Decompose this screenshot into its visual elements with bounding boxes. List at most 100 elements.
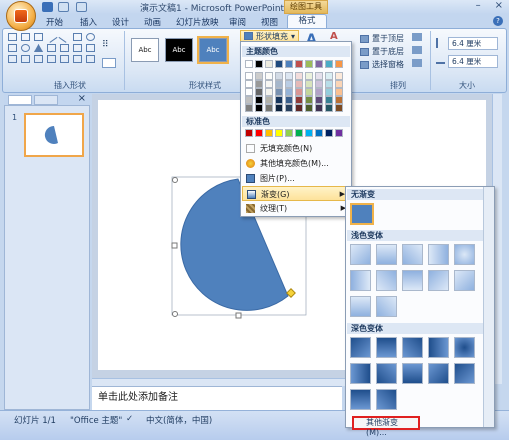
arrow-shape-icon[interactable] bbox=[8, 55, 17, 63]
rotate-icon[interactable] bbox=[412, 59, 422, 67]
theme-color-swatch[interactable] bbox=[295, 104, 303, 112]
outline-tab[interactable] bbox=[34, 95, 58, 105]
theme-color-swatch[interactable] bbox=[335, 104, 343, 112]
triangle-shape-icon[interactable] bbox=[34, 44, 43, 52]
office-button[interactable] bbox=[6, 1, 36, 31]
theme-color-swatch[interactable] bbox=[285, 88, 293, 96]
theme-color-swatch[interactable] bbox=[265, 60, 273, 68]
tab-review[interactable]: 审阅 bbox=[229, 16, 246, 28]
line-shape-icon[interactable] bbox=[58, 31, 71, 43]
dark-gradient-option[interactable] bbox=[454, 337, 475, 358]
redo-icon[interactable] bbox=[76, 2, 87, 12]
theme-color-swatch[interactable] bbox=[245, 72, 253, 80]
shape-icon[interactable] bbox=[60, 55, 69, 63]
theme-color-swatch[interactable] bbox=[305, 60, 313, 68]
theme-color-swatch[interactable] bbox=[305, 88, 313, 96]
slides-tab[interactable] bbox=[8, 95, 32, 105]
connector-shape-icon[interactable] bbox=[60, 44, 69, 52]
theme-color-swatch[interactable] bbox=[315, 80, 323, 88]
slide-thumbnail[interactable] bbox=[24, 113, 84, 157]
theme-color-swatch[interactable] bbox=[325, 104, 333, 112]
texture-fill-item[interactable]: 纹理(T) ▶ bbox=[242, 201, 352, 216]
theme-color-swatch[interactable] bbox=[315, 60, 323, 68]
theme-color-swatch[interactable] bbox=[275, 104, 283, 112]
theme-color-swatch[interactable] bbox=[275, 88, 283, 96]
dark-gradient-option[interactable] bbox=[350, 363, 371, 384]
shape-height-input[interactable]: 6.4 厘米 bbox=[448, 37, 498, 50]
theme-color-swatch[interactable] bbox=[275, 80, 283, 88]
theme-color-swatch[interactable] bbox=[305, 104, 313, 112]
dark-gradient-option[interactable] bbox=[350, 389, 371, 410]
light-gradient-option[interactable] bbox=[428, 270, 449, 291]
no-fill-item[interactable]: 无填充颜色(N) bbox=[242, 141, 352, 156]
send-to-back-button[interactable]: 置于底层 bbox=[360, 46, 404, 57]
rectangle-shape-icon[interactable] bbox=[73, 33, 82, 41]
resize-handle[interactable] bbox=[172, 177, 178, 183]
more-gradients-item[interactable]: 其他渐变(M)... bbox=[352, 416, 420, 437]
theme-color-swatch[interactable] bbox=[285, 60, 293, 68]
dark-gradient-option[interactable] bbox=[376, 363, 397, 384]
save-icon[interactable] bbox=[42, 2, 53, 12]
theme-color-swatch[interactable] bbox=[245, 104, 253, 112]
theme-color-swatch[interactable] bbox=[245, 80, 253, 88]
theme-color-swatch[interactable] bbox=[335, 96, 343, 104]
theme-color-swatch[interactable] bbox=[295, 72, 303, 80]
more-fill-colors-item[interactable]: 其他填充颜色(M)... bbox=[242, 156, 352, 171]
light-gradient-option[interactable] bbox=[376, 244, 397, 265]
theme-color-swatch[interactable] bbox=[335, 60, 343, 68]
light-gradient-option[interactable] bbox=[428, 244, 449, 265]
dark-gradient-option[interactable] bbox=[376, 389, 397, 410]
light-gradient-option[interactable] bbox=[350, 270, 371, 291]
dark-gradient-option[interactable] bbox=[454, 363, 475, 384]
tab-slideshow[interactable]: 幻灯片放映 bbox=[176, 16, 219, 28]
theme-color-swatch[interactable] bbox=[285, 80, 293, 88]
theme-color-swatch[interactable] bbox=[255, 88, 263, 96]
theme-color-swatch[interactable] bbox=[325, 88, 333, 96]
dark-gradient-option[interactable] bbox=[402, 337, 423, 358]
connector-shape-icon[interactable] bbox=[73, 44, 82, 52]
theme-color-swatch[interactable] bbox=[295, 60, 303, 68]
theme-color-swatch[interactable] bbox=[335, 88, 343, 96]
tab-animations[interactable]: 动画 bbox=[144, 16, 161, 28]
theme-color-swatch[interactable] bbox=[245, 60, 253, 68]
theme-color-swatch[interactable] bbox=[245, 88, 253, 96]
theme-color-swatch[interactable] bbox=[295, 80, 303, 88]
theme-color-swatch[interactable] bbox=[255, 72, 263, 80]
rectangle-shape-icon[interactable] bbox=[21, 33, 30, 41]
square-shape-icon[interactable] bbox=[8, 44, 17, 52]
close-pane-icon[interactable]: × bbox=[78, 93, 86, 104]
dark-gradient-option[interactable] bbox=[376, 337, 397, 358]
theme-color-swatch[interactable] bbox=[265, 96, 273, 104]
light-gradient-option[interactable] bbox=[454, 270, 475, 291]
shape-icon[interactable] bbox=[47, 55, 56, 63]
theme-color-swatch[interactable] bbox=[325, 72, 333, 80]
standard-color-swatch[interactable] bbox=[295, 129, 303, 137]
standard-color-swatch[interactable] bbox=[245, 129, 253, 137]
brace-shape-icon[interactable] bbox=[86, 44, 95, 52]
theme-color-swatch[interactable] bbox=[265, 88, 273, 96]
theme-color-swatch[interactable] bbox=[275, 60, 283, 68]
light-gradient-option[interactable] bbox=[376, 270, 397, 291]
theme-color-swatch[interactable] bbox=[265, 80, 273, 88]
standard-color-swatch[interactable] bbox=[265, 129, 273, 137]
shape-icon[interactable] bbox=[86, 55, 95, 63]
spellcheck-icon[interactable]: ✓ bbox=[126, 414, 133, 424]
light-gradient-option[interactable] bbox=[350, 244, 371, 265]
theme-color-swatch[interactable] bbox=[325, 60, 333, 68]
theme-color-swatch[interactable] bbox=[295, 96, 303, 104]
edit-shape-icon[interactable]: ⠿ bbox=[102, 40, 116, 52]
theme-color-swatch[interactable] bbox=[315, 96, 323, 104]
theme-color-swatch[interactable] bbox=[305, 72, 313, 80]
light-gradient-option[interactable] bbox=[402, 270, 423, 291]
light-gradient-option[interactable] bbox=[402, 244, 423, 265]
theme-color-swatch[interactable] bbox=[325, 96, 333, 104]
line-shape-icon[interactable] bbox=[45, 31, 58, 43]
shape-style-white[interactable]: Abc bbox=[131, 38, 159, 62]
rectangle-shape-icon[interactable] bbox=[8, 33, 17, 41]
bring-to-front-button[interactable]: 置于顶层 bbox=[360, 33, 404, 44]
standard-color-swatch[interactable] bbox=[255, 129, 263, 137]
tab-design[interactable]: 设计 bbox=[112, 16, 129, 28]
theme-color-swatch[interactable] bbox=[245, 96, 253, 104]
light-gradient-option[interactable] bbox=[350, 296, 371, 317]
theme-color-swatch[interactable] bbox=[325, 80, 333, 88]
